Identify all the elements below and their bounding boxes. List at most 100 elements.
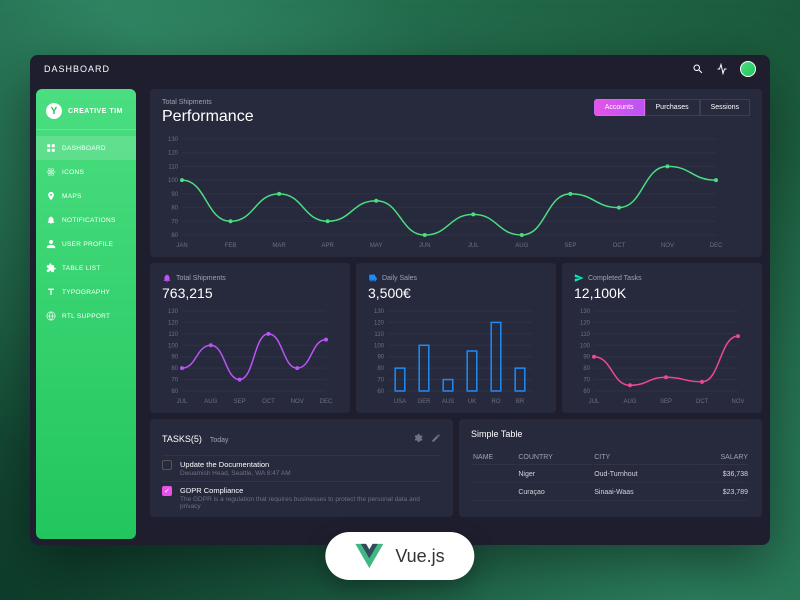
svg-text:DEC: DEC xyxy=(320,399,332,405)
bell-icon xyxy=(162,273,172,283)
svg-text:120: 120 xyxy=(374,320,385,326)
sidebar-item-notifications[interactable]: NOTIFICATIONS xyxy=(36,208,136,232)
svg-text:80: 80 xyxy=(171,206,178,212)
task-checkbox[interactable] xyxy=(162,460,172,470)
svg-text:NOV: NOV xyxy=(731,399,744,405)
svg-text:70: 70 xyxy=(171,378,178,384)
svg-text:110: 110 xyxy=(580,332,590,338)
svg-text:110: 110 xyxy=(168,332,178,338)
task-row: Update the DocumentationDwuamish Head, S… xyxy=(162,455,441,481)
shipments-card: Total Shipments 763,215 6070809010011012… xyxy=(150,263,350,413)
tasks-chart: 60708090100110120130JULAUGSEPOCTNOV xyxy=(574,305,744,405)
table-row: NigerOud-Turnhout$36,738 xyxy=(473,467,748,483)
svg-text:JUL: JUL xyxy=(468,243,479,249)
svg-text:OCT: OCT xyxy=(262,399,275,405)
svg-text:60: 60 xyxy=(583,389,590,395)
activity-icon[interactable] xyxy=(716,63,728,75)
svg-text:APR: APR xyxy=(321,243,334,249)
svg-text:80: 80 xyxy=(583,366,590,372)
tasks-card: TASKS(5)Today Update the DocumentationDw… xyxy=(150,419,453,517)
pin-icon xyxy=(46,191,56,201)
sidebar-item-maps[interactable]: MAPS xyxy=(36,184,136,208)
svg-text:130: 130 xyxy=(374,309,385,315)
gear-icon[interactable] xyxy=(413,433,423,443)
tasks-stat-label: Completed Tasks xyxy=(588,275,642,282)
svg-text:100: 100 xyxy=(580,343,591,349)
brand[interactable]: Y CREATIVE TIM xyxy=(36,99,136,130)
shipments-label: Total Shipments xyxy=(176,275,226,282)
svg-text:60: 60 xyxy=(171,389,178,395)
svg-text:DEC: DEC xyxy=(710,243,722,249)
svg-text:AUG: AUG xyxy=(623,399,636,405)
tab-sessions[interactable]: Sessions xyxy=(700,99,750,116)
table-title: Simple Table xyxy=(471,429,750,439)
performance-card: Total Shipments Performance Accounts Pur… xyxy=(150,89,762,257)
shipments-chart: 60708090100110120130JULAUGSEPOCTNOVDEC xyxy=(162,305,332,405)
svg-text:FEB: FEB xyxy=(225,243,237,249)
task-checkbox[interactable]: ✓ xyxy=(162,486,172,496)
svg-text:100: 100 xyxy=(374,343,385,349)
svg-text:SEP: SEP xyxy=(564,243,576,249)
tasks-title: TASKS(5) xyxy=(162,434,202,444)
brand-name: CREATIVE TIM xyxy=(68,108,123,115)
puzzle-icon xyxy=(46,263,56,273)
svg-text:SEP: SEP xyxy=(660,399,672,405)
svg-text:90: 90 xyxy=(583,355,590,361)
svg-text:120: 120 xyxy=(168,320,179,326)
dashboard-window: DASHBOARD Y CREATIVE TIM DASHBOARDICONSM… xyxy=(30,55,770,545)
svg-text:MAY: MAY xyxy=(370,243,383,249)
svg-text:90: 90 xyxy=(171,355,178,361)
sidebar-item-rtl-support[interactable]: RTL SUPPORT xyxy=(36,304,136,328)
svg-text:100: 100 xyxy=(168,343,179,349)
svg-text:120: 120 xyxy=(168,151,179,157)
topbar: DASHBOARD xyxy=(30,55,770,83)
avatar[interactable] xyxy=(740,61,756,77)
tab-purchases[interactable]: Purchases xyxy=(645,99,700,116)
svg-text:GER: GER xyxy=(417,399,431,405)
svg-text:JAN: JAN xyxy=(176,243,187,249)
simple-table: NAMECOUNTRYCITYSALARY NigerOud-Turnhout$… xyxy=(471,449,750,503)
svg-text:90: 90 xyxy=(171,192,178,198)
svg-text:USA: USA xyxy=(394,399,406,405)
svg-text:70: 70 xyxy=(377,378,384,384)
sales-label: Daily Sales xyxy=(382,275,417,282)
sales-chart: 60708090100110120130USAGERAUSUKROBR xyxy=(368,305,538,405)
send-icon xyxy=(574,273,584,283)
search-icon[interactable] xyxy=(692,63,704,75)
tasks-stat-card: Completed Tasks 12,100K 6070809010011012… xyxy=(562,263,762,413)
sidebar-item-table-list[interactable]: TABLE LIST xyxy=(36,256,136,280)
svg-text:JUN: JUN xyxy=(419,243,431,249)
edit-icon[interactable] xyxy=(431,433,441,443)
svg-text:JUL: JUL xyxy=(177,399,188,405)
sidebar-item-dashboard[interactable]: DASHBOARD xyxy=(36,136,136,160)
grid-icon xyxy=(46,143,56,153)
tab-accounts[interactable]: Accounts xyxy=(594,99,645,116)
svg-text:60: 60 xyxy=(377,389,384,395)
delivery-icon xyxy=(368,273,378,283)
user-icon xyxy=(46,239,56,249)
sidebar-item-user-profile[interactable]: USER PROFILE xyxy=(36,232,136,256)
table-row: CuraçaoSinaai-Waas$23,789 xyxy=(473,485,748,501)
vue-logo-icon xyxy=(355,542,383,570)
svg-text:80: 80 xyxy=(377,366,384,372)
page-title: DASHBOARD xyxy=(44,64,110,74)
badge-text: Vue.js xyxy=(395,546,444,567)
svg-text:60: 60 xyxy=(171,233,178,239)
perf-subtitle: Total Shipments xyxy=(162,99,254,106)
svg-text:UK: UK xyxy=(468,399,476,405)
svg-text:NOV: NOV xyxy=(661,243,674,249)
globe-icon xyxy=(46,311,56,321)
sidebar-item-icons[interactable]: ICONS xyxy=(36,160,136,184)
svg-text:MAR: MAR xyxy=(272,243,286,249)
shipments-value: 763,215 xyxy=(162,285,338,301)
svg-text:90: 90 xyxy=(377,355,384,361)
svg-text:110: 110 xyxy=(374,332,384,338)
svg-text:110: 110 xyxy=(168,164,178,170)
perf-tabs: Accounts Purchases Sessions xyxy=(594,99,750,116)
bell-icon xyxy=(46,215,56,225)
svg-text:JUL: JUL xyxy=(589,399,600,405)
performance-chart: 60708090100110120130JANFEBMARAPRMAYJUNJU… xyxy=(162,133,722,249)
table-card: Simple Table NAMECOUNTRYCITYSALARY Niger… xyxy=(459,419,762,517)
sidebar-item-typography[interactable]: TYPOGRAPHY xyxy=(36,280,136,304)
atom-icon xyxy=(46,167,56,177)
